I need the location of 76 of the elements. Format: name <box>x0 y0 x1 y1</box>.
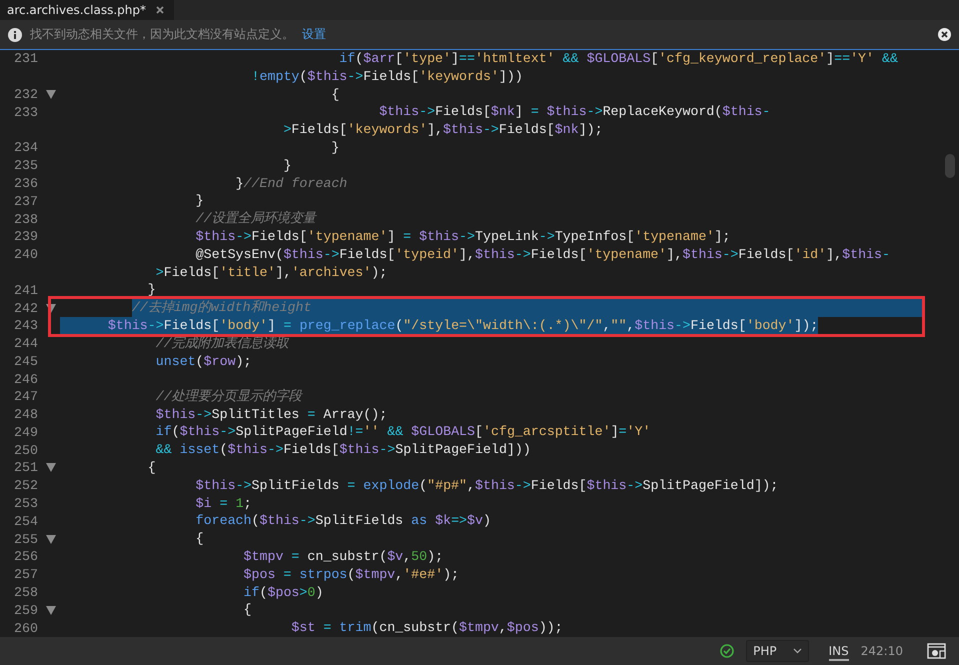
code-line: { <box>194 530 204 548</box>
line-number: 242 <box>13 300 38 316</box>
code-line: }//End foreach <box>234 174 348 192</box>
line-number: 234 <box>13 140 38 156</box>
code-line: $st = trim(cn_substr($tmpv,$pos)); <box>290 619 563 637</box>
line-number: 231 <box>13 51 38 66</box>
line-number: 247 <box>13 389 38 404</box>
line-number: 237 <box>13 194 38 209</box>
code-line: $i = 1; <box>194 494 252 512</box>
line-number: 241 <box>13 282 38 298</box>
close-icon[interactable] <box>156 6 164 14</box>
line-number: 250 <box>13 442 38 458</box>
fold-arrow-icon[interactable] <box>46 534 56 544</box>
info-message: 找不到动态相关文件，因为此文档没有站点定义。 <box>30 26 294 43</box>
fold-arrow-icon[interactable] <box>46 304 56 313</box>
preview-window-icon[interactable] <box>927 643 947 659</box>
line-number: 259 <box>13 602 38 618</box>
line-number: 239 <box>13 229 38 244</box>
code-line: { <box>242 601 252 620</box>
line-number: 232 <box>13 86 38 102</box>
code-line: $tmpv = cn_substr($v,50); <box>242 548 444 566</box>
line-number: 246 <box>13 372 38 387</box>
settings-link[interactable]: 设置 <box>302 26 326 43</box>
line-number: 253 <box>13 496 38 512</box>
code-line: unset($row); <box>154 352 252 370</box>
file-tab[interactable]: arc.archives.class.php* <box>0 0 174 20</box>
line-number: 245 <box>13 354 38 369</box>
close-icon[interactable] <box>938 28 951 41</box>
line-number: 236 <box>13 176 38 191</box>
code-line: @SetSysEnv($this->Fields['typeid'],$this->Fields['typename'],$this->Fields['id'],$this- <box>194 246 890 264</box>
code-line: >Fields['title'],'archives'); <box>154 264 388 282</box>
line-number: 249 <box>13 424 38 440</box>
code-line: $this->Fields[$nk] = $this->ReplaceKeyword($this- <box>378 103 770 122</box>
code-line: if($this->SplitPageField!='' && $GLOBALS['cfg_arcsptitle']='Y' <box>154 423 651 442</box>
code-line: foreach($this->SplitFields as $k=>$v) <box>194 512 491 530</box>
line-number: 244 <box>13 336 38 352</box>
insert-mode-indicator[interactable]: INS <box>828 642 849 660</box>
code-line: } <box>330 138 340 157</box>
line-number: 238 <box>13 212 38 227</box>
fold-arrow-icon[interactable] <box>46 606 56 615</box>
code-line: } <box>194 192 204 210</box>
info-icon <box>8 28 22 42</box>
code-line: $this->SplitTitles = Array(); <box>154 406 388 424</box>
fold-arrow-icon[interactable] <box>46 90 56 99</box>
code-line: } <box>146 281 156 300</box>
scrollbar-thumb[interactable] <box>945 154 955 178</box>
line-number: 255 <box>13 532 38 547</box>
code-line: { <box>146 459 156 477</box>
line-number: 243 <box>13 318 38 334</box>
caret-icon <box>792 648 802 654</box>
fold-arrow-icon[interactable] <box>46 463 56 472</box>
code-line: $pos = strpos($tmpv,'#e#'); <box>242 566 460 584</box>
language-dropdown[interactable]: PHP <box>746 640 809 662</box>
cursor-position: 242:10 <box>860 644 903 658</box>
line-number: 233 <box>13 104 38 120</box>
line-number: 252 <box>13 478 38 494</box>
line-number: 235 <box>13 158 38 174</box>
line-number: 257 <box>13 567 38 582</box>
code-line: $this->SplitFields = explode("#p#",$this->Fields[$this->SplitPageField]); <box>194 476 778 495</box>
code-line: $this->Fields['typename'] = $this->TypeLink->TypeInfos['typename']; <box>194 228 730 246</box>
code-line: //处理要分页显示的字段 <box>154 388 302 406</box>
code-line: && isset($this->Fields[$this->SplitPageField])) <box>154 441 531 460</box>
line-number: 256 <box>13 549 38 564</box>
code-line: >Fields['keywords'],$this->Fields[$nk]); <box>282 121 603 139</box>
code-line: !empty($this->Fields['keywords'])) <box>250 68 523 86</box>
code-line: if($pos>0) <box>242 584 324 602</box>
line-number: 258 <box>13 585 38 600</box>
code-line: //设置全局环境变量 <box>194 210 316 228</box>
line-number: 254 <box>13 514 38 529</box>
line-number: 260 <box>13 620 38 636</box>
line-number: 251 <box>13 460 38 476</box>
line-number: 240 <box>13 247 38 262</box>
code-line: { <box>330 86 340 104</box>
line-number: 248 <box>13 407 38 422</box>
code-line: } <box>282 156 292 175</box>
code-line: if($arr['type']=='htmltext' && $GLOBALS['cfg_keyword_replace']=='Y' && <box>338 50 898 68</box>
